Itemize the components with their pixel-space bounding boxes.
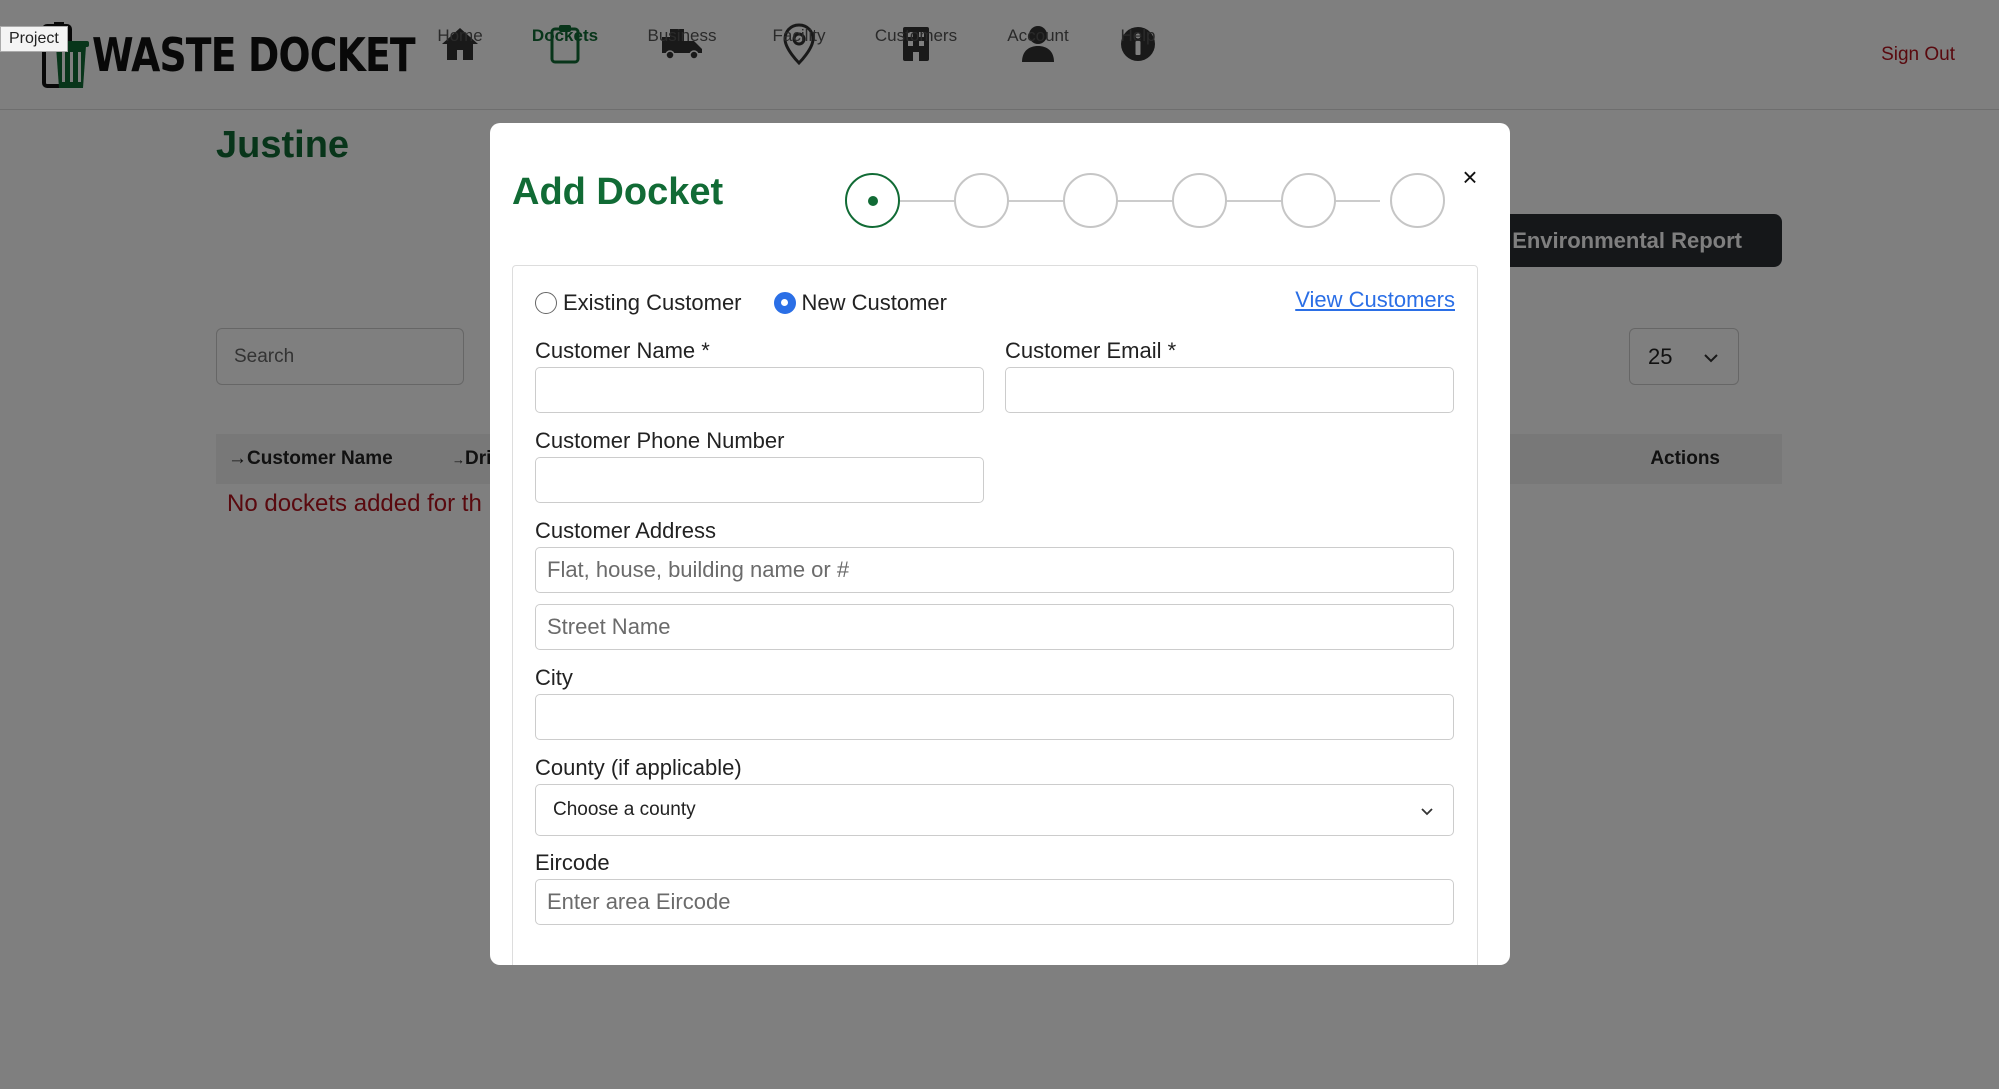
county-select-value: Choose a county <box>553 799 696 820</box>
customer-type-radio-group: Existing Customer New Customer <box>535 288 979 318</box>
customer-name-label: Customer Name * <box>535 338 710 363</box>
close-icon[interactable]: × <box>1456 162 1484 192</box>
city-label: City <box>535 665 573 690</box>
customer-email-label: Customer Email * <box>1005 338 1177 363</box>
existing-customer-radio[interactable] <box>535 292 557 314</box>
modal-title: Add Docket <box>512 171 724 213</box>
customer-form: Existing Customer New Customer View Cust… <box>512 265 1478 965</box>
eircode-input[interactable] <box>535 879 1454 925</box>
step-3 <box>1063 173 1118 228</box>
step-4 <box>1172 173 1227 228</box>
step-6 <box>1390 173 1445 228</box>
new-customer-label[interactable]: New Customer <box>802 290 947 316</box>
street-name-input[interactable] <box>535 604 1454 650</box>
step-5 <box>1281 173 1336 228</box>
county-label: County (if applicable) <box>535 755 742 780</box>
customer-name-input[interactable] <box>535 367 984 413</box>
customer-phone-input[interactable] <box>535 457 984 503</box>
eircode-label: Eircode <box>535 850 610 875</box>
county-select[interactable]: Choose a county <box>535 784 1454 836</box>
city-input[interactable] <box>535 694 1454 740</box>
customer-phone-label: Customer Phone Number <box>535 428 785 453</box>
project-tag: Project <box>0 26 68 52</box>
add-docket-modal: Add Docket × Existing Customer New Custo… <box>490 123 1510 965</box>
step-indicator <box>845 173 1445 229</box>
view-customers-link[interactable]: View Customers <box>1295 287 1455 313</box>
customer-address-label: Customer Address <box>535 518 716 543</box>
chevron-down-icon <box>1419 804 1435 826</box>
step-1 <box>845 173 900 228</box>
new-customer-radio[interactable] <box>773 292 796 314</box>
step-2 <box>954 173 1009 228</box>
customer-email-input[interactable] <box>1005 367 1454 413</box>
address-line1-input[interactable] <box>535 547 1454 593</box>
existing-customer-label[interactable]: Existing Customer <box>563 290 742 316</box>
